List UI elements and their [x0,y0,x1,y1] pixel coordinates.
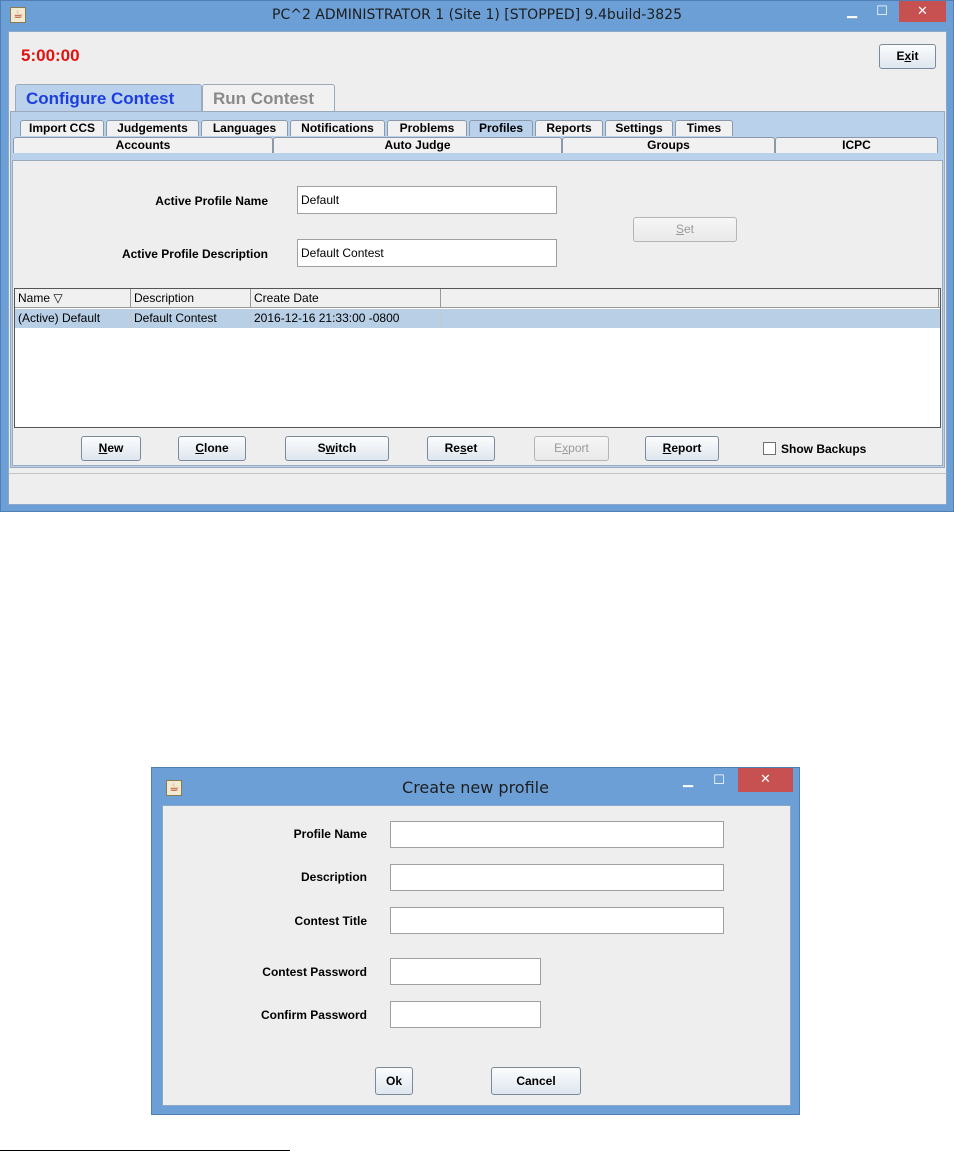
active-profile-name-field[interactable]: Default [297,186,557,214]
column-header-description[interactable]: Description [131,289,251,308]
tab-judgements[interactable]: Judgements [106,120,199,136]
tab-icpc[interactable]: ICPC [775,137,938,153]
tab-run-contest[interactable]: Run Contest [202,84,335,111]
profile-name-label: Profile Name [293,827,367,841]
close-icon[interactable]: ✕ [899,1,946,22]
column-header-create-date[interactable]: Create Date [251,289,441,308]
description-field[interactable] [390,864,724,891]
table-row[interactable]: (Active) Default Default Contest 2016-12… [15,309,940,328]
profile-name-field[interactable] [390,821,724,848]
exit-button[interactable]: Exit [879,44,936,69]
report-button[interactable]: Report [645,436,719,461]
tab-auto-judge[interactable]: Auto Judge [273,137,562,153]
cell-description: Default Contest [131,309,251,328]
contest-title-field[interactable] [390,907,724,934]
confirm-password-label: Confirm Password [260,1008,367,1022]
minimize-icon[interactable]: ▁ [675,770,701,791]
profiles-panel: Active Profile Name Default Active Profi… [12,160,943,466]
maximize-icon[interactable]: ☐ [706,770,732,791]
contest-password-label: Contest Password [262,965,367,979]
show-backups-label: Show Backups [781,442,867,456]
description-label: Description [300,870,367,884]
export-button: Export [534,436,609,461]
contest-title-label: Contest Title [294,914,367,928]
status-bar [9,473,946,504]
tab-times[interactable]: Times [675,120,733,136]
ok-button[interactable]: Ok [375,1067,413,1095]
tab-accounts[interactable]: Accounts [13,137,273,153]
create-profile-dialog: ☕ Create new profile ▁ ☐ ✕ Profile Name … [151,767,800,1115]
minimize-icon[interactable]: ▁ [839,1,865,22]
dialog-client: Profile Name Description Contest Title C… [162,805,791,1106]
dialog-titlebar[interactable]: ☕ Create new profile ▁ ☐ ✕ [152,768,799,805]
tab-settings[interactable]: Settings [605,120,673,136]
cell-create-date: 2016-12-16 21:33:00 -0800 [251,309,441,328]
active-profile-description-label: Active Profile Description [121,247,268,261]
confirm-password-field[interactable] [390,1001,541,1028]
window-title: PC^2 ADMINISTRATOR 1 (Site 1) [STOPPED] … [272,7,682,23]
tab-configure-contest[interactable]: Configure Contest [15,84,202,111]
cell-extra [441,309,939,328]
switch-button[interactable]: Switch [285,436,389,461]
contest-clock: 5:00:00 [21,46,80,65]
tab-profiles[interactable]: Profiles [469,120,533,136]
main-window: ☕ PC^2 ADMINISTRATOR 1 (Site 1) [STOPPED… [0,0,954,512]
main-titlebar[interactable]: ☕ PC^2 ADMINISTRATOR 1 (Site 1) [STOPPED… [1,1,953,31]
tab-import-ccs[interactable]: Import CCS [20,120,104,136]
set-button: Set [633,217,737,242]
main-client: 5:00:00 Exit Configure Contest Run Conte… [8,31,947,505]
column-header-extra[interactable] [441,289,939,308]
tab-languages[interactable]: Languages [201,120,288,136]
maximize-icon[interactable]: ☐ [869,1,895,22]
tab-groups[interactable]: Groups [562,137,775,153]
table-header: Name ▽ Description Create Date [15,289,940,308]
cell-name: (Active) Default [15,309,131,328]
cancel-button[interactable]: Cancel [491,1067,581,1095]
dialog-title: Create new profile [402,778,549,797]
close-icon[interactable]: ✕ [738,768,793,792]
new-button[interactable]: New [81,436,141,461]
clone-button[interactable]: Clone [178,436,246,461]
reset-button[interactable]: Reset [427,436,495,461]
profiles-table: Name ▽ Description Create Date (Active) … [14,288,941,428]
active-profile-name-label: Active Profile Name [155,194,268,208]
active-profile-description-field[interactable]: Default Contest [297,239,557,267]
show-backups-checkbox[interactable] [763,442,776,455]
configure-contest-panel: Import CCS Judgements Languages Notifica… [10,111,945,468]
contest-password-field[interactable] [390,958,541,985]
column-header-name[interactable]: Name ▽ [15,289,131,308]
tab-reports[interactable]: Reports [535,120,603,136]
tab-problems[interactable]: Problems [387,120,467,136]
tab-notifications[interactable]: Notifications [290,120,385,136]
